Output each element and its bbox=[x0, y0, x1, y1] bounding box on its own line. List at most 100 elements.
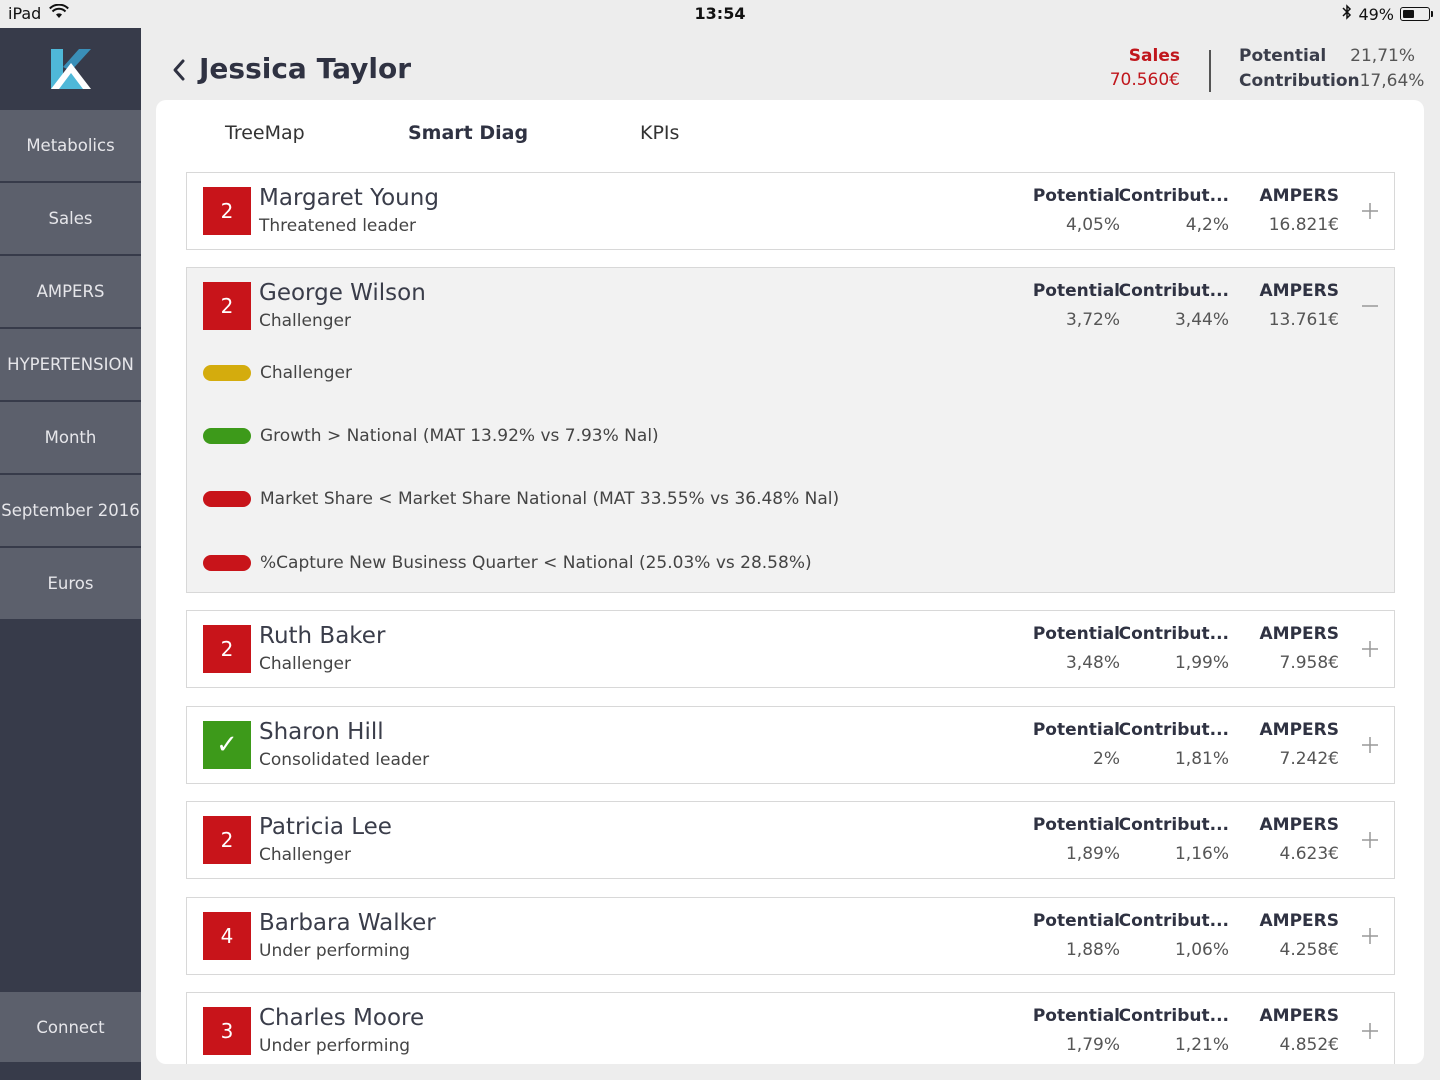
expand-plus-icon[interactable] bbox=[1360, 639, 1380, 659]
diagnostic-text: Growth > National (MAT 13.92% vs 7.93% N… bbox=[260, 426, 659, 446]
potential-value: 4,05% bbox=[1065, 215, 1120, 235]
rank-badge: 2 bbox=[203, 625, 251, 673]
potential-value: 3,48% bbox=[1065, 653, 1120, 673]
potential-value: 1,88% bbox=[1065, 940, 1120, 960]
account-status: Under performing bbox=[259, 941, 411, 961]
ampers-value: 7.242€ bbox=[1279, 749, 1339, 769]
account-name: Sharon Hill bbox=[259, 719, 384, 745]
rank-badge: 2 bbox=[203, 187, 251, 235]
status-bar: iPad 13:54 49% bbox=[0, 0, 1440, 28]
potential-header: Potential bbox=[1032, 720, 1120, 740]
account-status: Consolidated leader bbox=[259, 750, 430, 770]
contribution-header: Contribut... bbox=[1118, 281, 1229, 301]
back-chevron-icon[interactable] bbox=[171, 58, 187, 82]
diagnostic-text: %Capture New Business Quarter < National… bbox=[260, 553, 812, 573]
ampers-value: 13.761€ bbox=[1268, 310, 1339, 330]
status-right: 49% bbox=[1342, 4, 1433, 24]
account-row[interactable]: ✓ Sharon Hill Consolidated leader Potential… bbox=[186, 706, 1395, 784]
sales-value: 70.560€ bbox=[1109, 70, 1180, 90]
connect-button[interactable]: Connect bbox=[0, 992, 141, 1062]
account-row[interactable]: 2 Patricia Lee Challenger Potential Contribu… bbox=[186, 801, 1395, 879]
tab-bar: TreeMap Smart Diag KPIs bbox=[156, 100, 1424, 170]
account-status: Under performing bbox=[259, 1036, 411, 1056]
contribution-value: 1,06% bbox=[1174, 940, 1229, 960]
contribution-value: 17,64% bbox=[1359, 71, 1425, 91]
contribution-stat: Contribution 17,64% bbox=[1239, 71, 1424, 91]
account-row[interactable]: 2 Margaret Young Threatened leader Potentia… bbox=[186, 172, 1395, 250]
sidebar-item-ampers[interactable]: AMPERS bbox=[0, 256, 141, 327]
page-title: Jessica Taylor bbox=[199, 52, 411, 85]
bluetooth-icon bbox=[1342, 4, 1352, 24]
potential-header: Potential bbox=[1032, 624, 1120, 644]
contribution-header: Contribut... bbox=[1118, 720, 1229, 740]
sidebar-item-sales[interactable]: Sales bbox=[0, 183, 141, 254]
battery-icon bbox=[1400, 7, 1433, 21]
potential-header: Potential bbox=[1032, 1006, 1120, 1026]
app-logo[interactable] bbox=[0, 28, 141, 110]
sidebar: Metabolics Sales AMPERS HYPERTENSION Month Se… bbox=[0, 28, 141, 1080]
header-divider bbox=[1209, 50, 1211, 92]
diagnostic-item: %Capture New Business Quarter < National… bbox=[203, 553, 812, 573]
sidebar-item-september-2016[interactable]: September 2016 bbox=[0, 475, 141, 546]
ampers-header: AMPERS bbox=[1259, 911, 1339, 931]
potential-value: 3,72% bbox=[1065, 310, 1120, 330]
account-status: Challenger bbox=[259, 654, 351, 674]
tab-treemap[interactable]: TreeMap bbox=[225, 122, 305, 144]
diagnostic-item: Challenger bbox=[203, 363, 352, 383]
status-pill bbox=[203, 491, 251, 507]
sidebar-item-euros[interactable]: Euros bbox=[0, 548, 141, 619]
account-row[interactable]: 2 Ruth Baker Challenger Potential Contribut.… bbox=[186, 610, 1395, 688]
ampers-header: AMPERS bbox=[1259, 281, 1339, 301]
account-name: Ruth Baker bbox=[259, 623, 386, 649]
battery-percent: 49% bbox=[1358, 4, 1394, 24]
contribution-header: Contribut... bbox=[1118, 186, 1229, 206]
ampers-value: 4.852€ bbox=[1279, 1035, 1339, 1055]
sidebar-item-hypertension[interactable]: HYPERTENSION bbox=[0, 329, 141, 400]
account-row[interactable]: 3 Charles Moore Under performing Potential C… bbox=[186, 992, 1395, 1064]
contribution-value: 4,2% bbox=[1185, 215, 1229, 235]
account-name: Charles Moore bbox=[259, 1005, 425, 1031]
ampers-header: AMPERS bbox=[1259, 1006, 1339, 1026]
account-name: George Wilson bbox=[259, 280, 426, 306]
collapse-minus-icon[interactable] bbox=[1360, 296, 1380, 316]
potential-header: Potential bbox=[1032, 815, 1120, 835]
contribution-value: 1,99% bbox=[1174, 653, 1229, 673]
ampers-value: 4.258€ bbox=[1279, 940, 1339, 960]
expand-plus-icon[interactable] bbox=[1360, 1021, 1380, 1041]
status-pill bbox=[203, 428, 251, 444]
expand-plus-icon[interactable] bbox=[1360, 735, 1380, 755]
sidebar-item-metabolics[interactable]: Metabolics bbox=[0, 110, 141, 181]
tab-kpis[interactable]: KPIs bbox=[640, 122, 679, 144]
account-name: Barbara Walker bbox=[259, 910, 436, 936]
expand-plus-icon[interactable] bbox=[1360, 830, 1380, 850]
account-status: Threatened leader bbox=[259, 216, 417, 236]
account-name: Margaret Young bbox=[259, 185, 439, 211]
contribution-header: Contribut... bbox=[1118, 624, 1229, 644]
expand-plus-icon[interactable] bbox=[1360, 926, 1380, 946]
diagnostic-text: Challenger bbox=[260, 363, 352, 383]
account-row[interactable]: 2 George Wilson Challenger Potential Contrib… bbox=[186, 267, 1395, 593]
sales-summary: Sales 70.560€ bbox=[1110, 46, 1180, 90]
sidebar-item-month[interactable]: Month bbox=[0, 402, 141, 473]
expand-plus-icon[interactable] bbox=[1360, 201, 1380, 221]
ampers-header: AMPERS bbox=[1259, 186, 1339, 206]
potential-header: Potential bbox=[1032, 186, 1120, 206]
contribution-label: Contribution bbox=[1239, 71, 1360, 91]
contribution-header: Contribut... bbox=[1118, 911, 1229, 931]
ampers-header: AMPERS bbox=[1259, 624, 1339, 644]
potential-value: 1,79% bbox=[1065, 1035, 1120, 1055]
diagnostic-item: Market Share < Market Share National (MA… bbox=[203, 489, 839, 509]
contribution-value: 3,44% bbox=[1174, 310, 1229, 330]
tab-smart-diag[interactable]: Smart Diag bbox=[408, 122, 528, 144]
ampers-header: AMPERS bbox=[1259, 720, 1339, 740]
account-row[interactable]: 4 Barbara Walker Under performing Potential… bbox=[186, 897, 1395, 975]
ampers-value: 4.623€ bbox=[1279, 844, 1339, 864]
contribution-header: Contribut... bbox=[1118, 815, 1229, 835]
sidebar-nav: Metabolics Sales AMPERS HYPERTENSION Month Se… bbox=[0, 110, 141, 619]
status-pill bbox=[203, 555, 251, 571]
rank-badge: 2 bbox=[203, 816, 251, 864]
status-pill bbox=[203, 365, 251, 381]
logo-icon bbox=[50, 49, 91, 89]
contribution-header: Contribut... bbox=[1118, 1006, 1229, 1026]
potential-header: Potential bbox=[1032, 911, 1120, 931]
